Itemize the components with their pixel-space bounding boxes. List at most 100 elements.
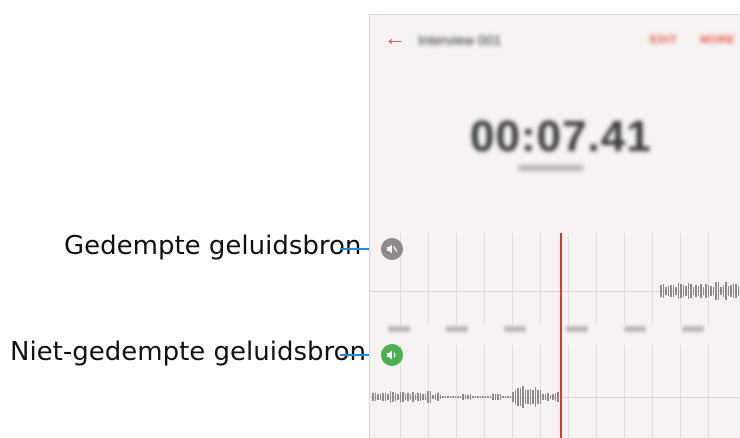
waveform-bar [477,396,479,398]
grid-line [708,345,709,438]
waveform-bar [710,286,712,296]
grid-line [596,345,597,438]
waveform-bar [522,386,524,408]
waveform-bar [544,394,546,400]
waveform-bar [397,393,399,401]
waveform-bar [534,387,536,407]
waveform-bar [499,393,501,401]
waveform-bar [449,396,451,398]
waveform-bar [670,285,672,297]
waveform-bar [384,392,386,402]
recording-title: Interview 001 [418,32,502,48]
waveform-bar [454,395,456,399]
time-tick [682,326,704,332]
waveform-bar [687,283,689,299]
waveform-bar [372,392,374,402]
time-tick [388,326,410,332]
waveform-bar [527,389,529,405]
time-ruler [370,318,740,344]
waveform-bar [487,395,489,399]
waveform-bar [705,284,707,298]
waveform-bar [427,391,429,403]
waveform-bar [387,394,389,400]
waveform-bar [519,388,521,406]
waveform-bar [547,392,549,402]
waveform-bar [712,287,714,295]
waveform-bar [382,393,384,401]
waveform-bar [512,392,514,402]
waveform-bar [680,284,682,298]
edit-button[interactable]: EDIT [650,34,677,46]
grid-line [512,233,513,325]
waveform-bar [720,286,722,296]
waveform-bar [374,392,376,402]
speaker-muted-icon [387,244,398,254]
waveform-bar [484,395,486,399]
muted-source-toggle[interactable] [381,238,403,260]
waveform-bar [542,394,544,400]
waveform-bar [737,285,739,297]
grid-line [456,233,457,325]
waveform-bar [529,389,531,405]
waveform-bar [392,392,394,402]
grid-line [484,345,485,438]
waveform-bar [517,388,519,406]
waveform-bar [447,395,449,399]
waveform-bar [514,389,516,405]
callout-unmuted-source: Niet-gedempte geluidsbron [10,337,367,367]
waveform-bar [549,394,551,400]
waveform-bar [462,394,464,400]
waveform-bar [399,391,401,403]
grid-line [652,345,653,438]
grid-line [428,233,429,325]
waveform-bar [459,396,461,398]
waveform-bar [695,284,697,298]
elapsed-timer: 00:07.41 [470,112,652,161]
waveform-bar [539,389,541,405]
waveform-bar [404,394,406,400]
grid-line [456,345,457,438]
waveform-bar [537,389,539,405]
waveform-bar [707,284,709,298]
waveform-bar [665,286,667,296]
waveform-bar [690,283,692,299]
waveform-bar [672,284,674,298]
grid-line [624,345,625,438]
waveform-bar [725,282,727,300]
waveform-bar [697,286,699,296]
waveform-bar [457,395,459,398]
waveform-bar [507,395,509,398]
waveform-bar [417,392,419,402]
waveform-bar [422,393,424,401]
waveform-bar [434,394,436,400]
waveform-bar [437,393,439,401]
waveform-bar [432,395,434,399]
toolbar: ← Interview 001 EDIT MORE [370,15,740,69]
more-button[interactable]: MORE [700,34,735,46]
waveform-bar [412,392,414,402]
waveform-bar [685,285,687,297]
waveform-bar [377,394,379,400]
waveform-bar [682,285,684,297]
waveform-bar [464,394,466,400]
grid-line [568,345,569,438]
waveform-bar [474,396,476,398]
waveform-bar [494,394,496,400]
grid-line [484,233,485,325]
waveform-bar [389,391,391,403]
waveform-bar [677,282,679,300]
waveform-bar [509,396,511,398]
waveform-bar [735,283,737,299]
waveform-bar [379,393,381,401]
waveform-bar [730,285,732,297]
muted-source-track [370,233,740,325]
playhead[interactable] [560,233,562,438]
waveform-bar [732,284,734,298]
unmuted-source-toggle[interactable] [381,344,403,366]
waveform-bar [675,286,677,296]
waveform-bar [717,282,719,300]
waveform-bar [472,396,474,398]
waveform-bar [409,393,411,401]
waveform-bar [504,396,506,398]
back-arrow-icon[interactable]: ← [384,25,406,51]
